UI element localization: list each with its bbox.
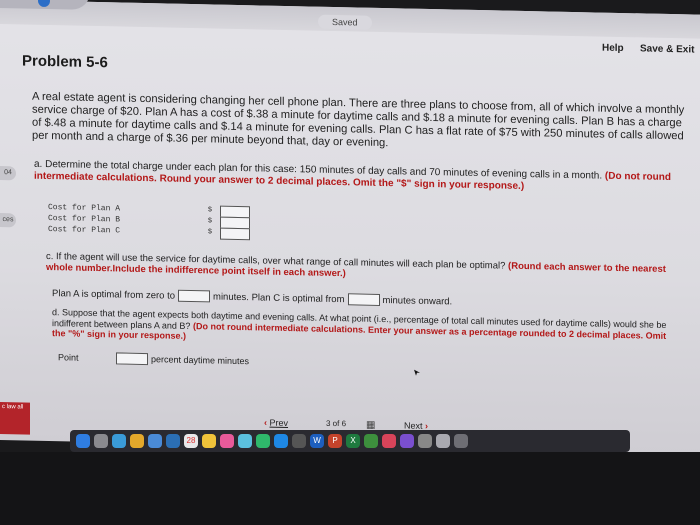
chevron-left-icon: ‹ — [264, 417, 267, 428]
music-icon[interactable] — [382, 434, 396, 448]
side-tab-04[interactable]: 04 — [0, 166, 16, 181]
saved-status: Saved — [318, 14, 372, 30]
problem-intro: A real estate agent is considering chang… — [32, 90, 685, 150]
messages-icon[interactable] — [238, 434, 252, 448]
cost-label: Cost for Plan A — [48, 203, 121, 214]
app-store-icon[interactable] — [274, 434, 288, 448]
part-d-question: d. Suppose that the agent expects both d… — [52, 307, 672, 351]
settings-icon[interactable] — [418, 434, 432, 448]
problem-title: Problem 5-6 — [22, 52, 108, 72]
contacts-icon[interactable] — [166, 434, 180, 448]
part-c-question: c. If the agent will use the service for… — [46, 251, 686, 286]
cost-label: Cost for Plan B — [48, 214, 121, 225]
part-d-answer-line: Point percent daytime minutes — [58, 351, 249, 367]
dollar-sign: $ — [208, 217, 212, 225]
notes-icon[interactable] — [202, 434, 216, 448]
folder-icon[interactable] — [436, 434, 450, 448]
minutes-onward-text: minutes onward. — [382, 294, 453, 307]
percent-daytime-text: percent daytime minutes — [151, 354, 250, 367]
word-icon[interactable]: W — [310, 434, 324, 448]
cost-label: Cost for Plan C — [48, 225, 121, 236]
part-c-answer-line: Plan A is optimal from zero to minutes. … — [52, 287, 452, 307]
photos-icon[interactable] — [220, 434, 234, 448]
macos-dock: 28 W P X — [70, 430, 630, 452]
powerpoint-icon[interactable]: P — [328, 434, 342, 448]
dollar-sign: $ — [208, 206, 212, 214]
plan-c-range-text: minutes. Plan C is optimal from — [213, 290, 345, 305]
mouse-cursor-icon — [414, 369, 420, 376]
plant-icon[interactable] — [364, 434, 378, 448]
cost-table: Cost for Plan A $ Cost for Plan B $ Cost… — [48, 203, 250, 241]
trash-icon[interactable] — [454, 434, 468, 448]
podcasts-icon[interactable] — [400, 434, 414, 448]
plan-a-range-input[interactable] — [178, 289, 211, 303]
browser-screen: Saved Help Save & Exit Problem 5-6 A rea… — [0, 0, 700, 455]
point-input[interactable] — [116, 352, 148, 366]
help-link[interactable]: Help — [602, 43, 624, 54]
publisher-logo: c law all — [0, 402, 30, 435]
prev-label: Prev — [269, 417, 289, 429]
excel-icon[interactable]: X — [346, 434, 360, 448]
page-indicator: 3 of 6 — [326, 418, 347, 429]
monitor-bezel — [0, 452, 700, 525]
top-bar: Saved — [0, 0, 700, 39]
mail-icon[interactable] — [148, 434, 162, 448]
terminal-icon[interactable] — [292, 434, 306, 448]
part-a-question: a. Determine the total charge under each… — [34, 159, 684, 197]
finder-icon[interactable] — [76, 434, 90, 448]
plan-a-range-text: Plan A is optimal from zero to — [52, 287, 176, 302]
save-exit-link[interactable]: Save & Exit — [640, 43, 694, 55]
calendar-icon[interactable]: 28 — [184, 434, 198, 448]
cost-plan-c-input[interactable] — [220, 227, 250, 241]
point-label: Point — [58, 352, 79, 363]
facetime-icon[interactable] — [256, 434, 270, 448]
launchpad-icon[interactable] — [94, 434, 108, 448]
prev-button[interactable]: ‹ Prev — [264, 418, 288, 429]
plan-c-range-input[interactable] — [347, 293, 380, 306]
chrome-icon[interactable] — [130, 434, 144, 448]
side-tab-ces[interactable]: ces — [0, 213, 16, 228]
safari-icon[interactable] — [112, 434, 126, 448]
dollar-sign: $ — [208, 228, 212, 236]
